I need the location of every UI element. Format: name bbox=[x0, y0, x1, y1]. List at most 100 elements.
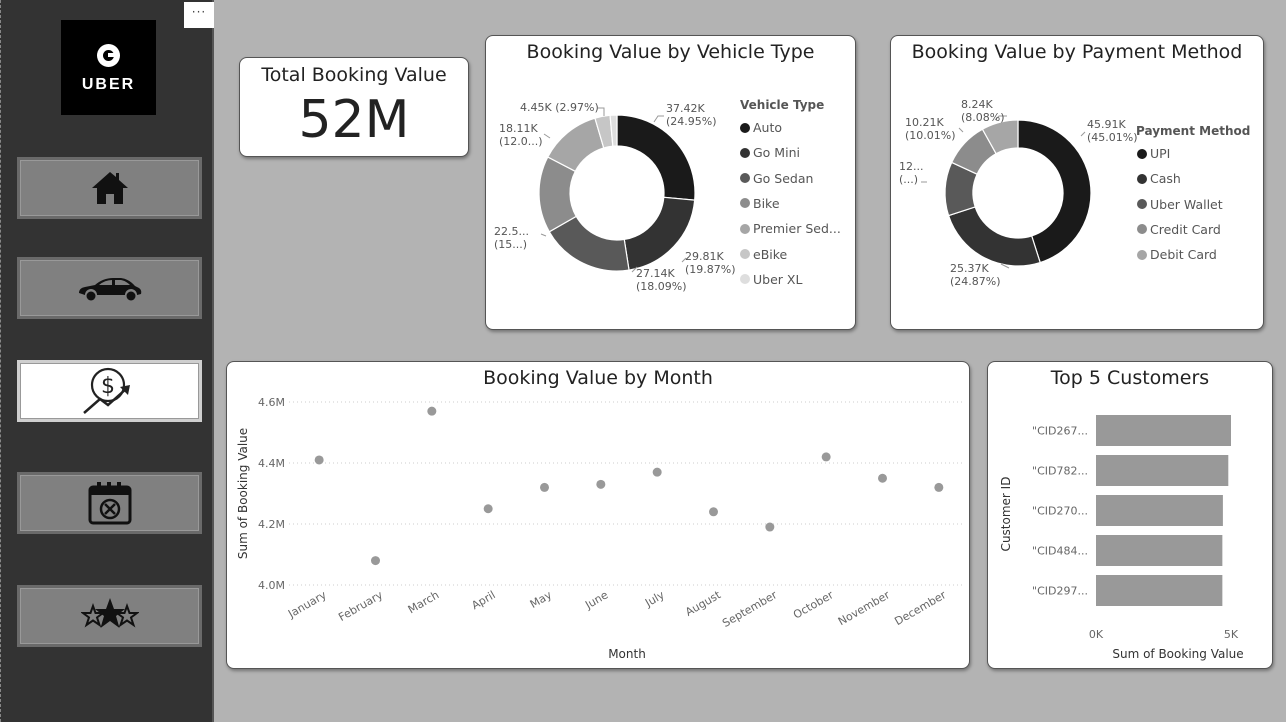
y-axis-title: Customer ID bbox=[999, 477, 1013, 552]
legend-item[interactable]: Uber XL bbox=[740, 272, 802, 287]
x-tick-label: February bbox=[336, 588, 385, 624]
scatter-point[interactable] bbox=[540, 482, 549, 492]
stars-icon bbox=[80, 598, 139, 628]
data-label: 8.24K (8.08%) bbox=[961, 98, 1005, 124]
legend-marker bbox=[740, 147, 750, 158]
legend-marker bbox=[740, 122, 750, 133]
scatter-point[interactable] bbox=[371, 556, 380, 566]
x-tick-label: September bbox=[720, 588, 780, 630]
data-label: 10.21K (10.01%) bbox=[905, 116, 956, 142]
scatter-point[interactable] bbox=[765, 522, 775, 532]
legend-label: eBike bbox=[753, 246, 788, 262]
x-tick-label: April bbox=[469, 588, 497, 612]
nav-ratings-button[interactable] bbox=[17, 585, 202, 647]
legend-item[interactable]: Go Sedan bbox=[740, 171, 813, 186]
legend-label: Uber XL bbox=[753, 271, 803, 287]
legend-marker bbox=[740, 198, 750, 209]
data-label: 29.81K (19.87%) bbox=[685, 250, 736, 276]
data-label: 25.37K (24.87%) bbox=[950, 262, 1001, 288]
legend-item[interactable]: Debit Card bbox=[1137, 247, 1217, 262]
legend-item[interactable]: Go Mini bbox=[740, 145, 800, 160]
y-tick-label: 4.4M bbox=[258, 457, 285, 470]
y-tick-label: "CID270... bbox=[1032, 505, 1088, 518]
scatter-point[interactable] bbox=[709, 507, 718, 517]
revenue-growth-icon: $ bbox=[82, 367, 130, 414]
x-tick-label: October bbox=[791, 588, 836, 622]
legend-marker bbox=[1137, 199, 1147, 210]
data-label: 37.42K (24.95%) bbox=[666, 102, 717, 128]
nav-cancellation-button[interactable] bbox=[17, 472, 202, 534]
x-tick-label: May bbox=[528, 588, 555, 611]
y-tick-label: "CID484... bbox=[1032, 545, 1088, 558]
legend-item[interactable]: Uber Wallet bbox=[1137, 197, 1223, 212]
leader-line bbox=[958, 127, 964, 133]
legend-item[interactable]: eBike bbox=[740, 247, 787, 262]
nav-revenue-button[interactable]: $ bbox=[17, 360, 202, 422]
leader-line bbox=[1080, 131, 1086, 137]
y-tick-label: 4.0M bbox=[258, 579, 285, 592]
legend-marker bbox=[740, 223, 750, 234]
payment-method-chart-card: Booking Value by Payment Method Payment … bbox=[890, 35, 1264, 330]
kpi-label: Total Booking Value bbox=[261, 64, 447, 86]
nav-home-button[interactable] bbox=[17, 157, 202, 219]
legend-item[interactable]: Credit Card bbox=[1137, 222, 1221, 237]
customer-bar[interactable] bbox=[1096, 495, 1223, 526]
scatter-point[interactable] bbox=[427, 406, 437, 416]
scatter-point[interactable] bbox=[314, 455, 324, 465]
calendar-cancel-icon bbox=[88, 482, 131, 525]
scatter-point[interactable] bbox=[821, 452, 831, 462]
customer-bar[interactable] bbox=[1096, 575, 1223, 606]
home-icon bbox=[91, 172, 128, 204]
legend-item[interactable]: UPI bbox=[1137, 146, 1170, 161]
svg-text:$: $ bbox=[101, 374, 115, 399]
donut-slice-cash[interactable] bbox=[947, 206, 1041, 267]
leader-line bbox=[540, 233, 547, 237]
nav-vehicle-button[interactable] bbox=[17, 257, 202, 319]
legend-label: Bike bbox=[753, 195, 780, 211]
scatter-point[interactable] bbox=[934, 482, 944, 492]
customer-bar[interactable] bbox=[1096, 455, 1229, 486]
legend-label: Debit Card bbox=[1150, 247, 1217, 263]
data-label: 27.14K (18.09%) bbox=[636, 267, 687, 293]
data-label: 45.91K (45.01%) bbox=[1087, 118, 1138, 144]
legend-item[interactable]: Cash bbox=[1137, 171, 1181, 186]
x-tick-label: November bbox=[836, 588, 892, 628]
scatter-point[interactable] bbox=[652, 467, 662, 477]
payment-donut-chart bbox=[921, 115, 1092, 269]
x-axis-title: Sum of Booking Value bbox=[1112, 647, 1243, 661]
x-tick-label: March bbox=[406, 588, 442, 616]
legend-label: Premier Sed... bbox=[753, 221, 841, 237]
legend-title: Payment Method bbox=[1136, 124, 1251, 138]
customer-bar[interactable] bbox=[1096, 535, 1223, 566]
month-chart-card: Booking Value by Month 4.6M 4.4M 4.2M 4.0M S… bbox=[226, 361, 970, 669]
x-tick-label: December bbox=[892, 588, 948, 628]
data-label: 4.45K (2.97%) bbox=[520, 101, 599, 114]
x-tick-label: 0K bbox=[1089, 628, 1104, 641]
data-label: 12... (...) bbox=[899, 160, 924, 186]
legend-marker bbox=[1137, 173, 1147, 184]
legend-marker bbox=[740, 274, 750, 285]
legend-item[interactable]: Auto bbox=[740, 120, 782, 135]
x-tick-label: June bbox=[582, 588, 610, 612]
uber-logo-text: UBER bbox=[81, 76, 136, 93]
more-options-button[interactable]: ··· bbox=[184, 2, 214, 28]
scatter-point[interactable] bbox=[596, 479, 606, 489]
top-customers-chart-card: Top 5 Customers "CID267... "CID782... "CID… bbox=[987, 361, 1273, 669]
scatter-point[interactable] bbox=[483, 504, 493, 514]
kpi-value: 52M bbox=[298, 90, 410, 150]
legend-marker bbox=[1137, 224, 1147, 235]
legend-item[interactable]: Bike bbox=[740, 196, 780, 211]
y-tick-label: "CID297... bbox=[1032, 585, 1088, 598]
uber-logo: UBER bbox=[61, 20, 156, 115]
legend-label: Go Mini bbox=[753, 145, 800, 161]
legend-label: Go Sedan bbox=[753, 170, 814, 186]
x-axis-title: Month bbox=[608, 647, 646, 661]
data-label: 18.11K (12.0...) bbox=[499, 122, 543, 148]
car-icon bbox=[78, 278, 141, 301]
legend-item[interactable]: Premier Sed... bbox=[740, 221, 841, 236]
y-axis-title: Sum of Booking Value bbox=[236, 428, 250, 559]
scatter-point[interactable] bbox=[878, 473, 887, 483]
leader-line bbox=[543, 133, 551, 139]
customer-bar[interactable] bbox=[1096, 415, 1231, 446]
leader-line bbox=[653, 115, 664, 123]
